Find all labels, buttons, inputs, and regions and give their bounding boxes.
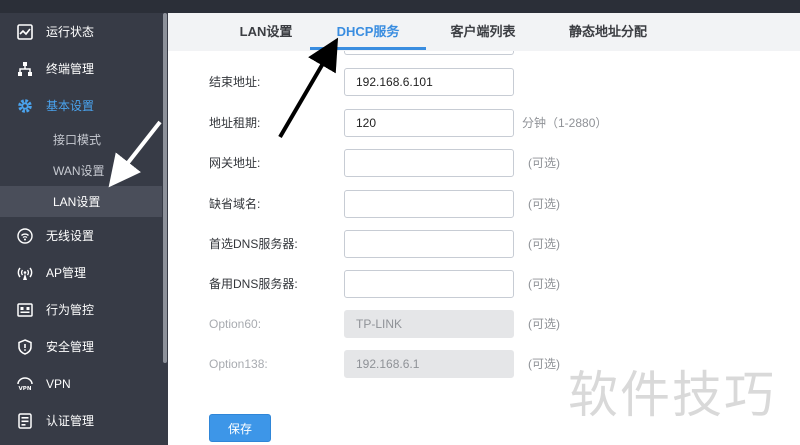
watermark-text: 软件技巧 [568,366,776,424]
active-tab-indicator [310,47,426,50]
option60-optional-hint: (可选) [528,317,560,331]
option138-optional-hint: (可选) [528,357,560,371]
save-button[interactable]: 保存 [209,414,271,442]
option60-label: Option60: [209,317,262,331]
vpn-icon: VPN [16,375,34,393]
primary-dns-label: 首选DNS服务器: [209,237,298,251]
sidebar-subitem-interface-mode[interactable]: 接口模式 [0,124,162,155]
network-tree-icon [16,60,34,78]
lease-time-input[interactable] [344,109,514,137]
secondary-dns-optional-hint: (可选) [528,277,560,291]
option138-label: Option138: [209,357,268,371]
secondary-dns-input[interactable] [344,270,514,298]
sidebar-item-terminals[interactable]: 终端管理 [0,50,162,87]
sidebar-item-label: 无线设置 [46,229,95,243]
gateway-input[interactable] [344,149,514,177]
top-bar [0,0,800,13]
sidebar-item-auth[interactable]: 认证管理 [0,402,162,439]
sidebar-item-label: 安全管理 [46,340,95,354]
gateway-label: 网关地址: [209,156,261,170]
shield-icon [16,338,34,356]
default-domain-optional-hint: (可选) [528,197,560,211]
sidebar: 运行状态 终端管理 基本设置 接口模式 WAN设置 LAN设置 无线设置 AP管… [0,13,162,445]
control-panel-icon [16,301,34,319]
sidebar-item-label: 认证管理 [46,414,95,428]
tab-dhcp-service[interactable]: DHCP服务 [310,13,426,51]
gateway-optional-hint: (可选) [528,156,560,170]
sidebar-item-vpn[interactable]: VPN VPN [0,365,162,402]
lease-time-hint: 分钟（1-2880） [522,116,608,130]
sidebar-item-label: 基本设置 [46,99,95,113]
ap-antenna-icon [16,264,34,282]
default-domain-label: 缺省域名: [209,197,261,211]
sidebar-item-label: 行为管控 [46,303,95,317]
option138-input [344,350,514,378]
svg-text:VPN: VPN [19,386,32,392]
secondary-dns-label: 备用DNS服务器: [209,277,298,291]
sidebar-subitem-wan[interactable]: WAN设置 [0,155,162,186]
sidebar-item-basic-settings[interactable]: 基本设置 [0,87,162,124]
tab-lan-settings[interactable]: LAN设置 [208,13,324,51]
end-address-label: 结束地址: [209,75,261,89]
tab-static-address[interactable]: 静态地址分配 [548,13,668,51]
chart-icon [16,23,34,41]
primary-dns-optional-hint: (可选) [528,237,560,251]
sidebar-subitem-lan[interactable]: LAN设置 [0,186,162,217]
sidebar-scroll-thumb[interactable] [163,13,167,363]
end-address-input[interactable] [344,68,514,96]
sidebar-item-label: AP管理 [46,266,87,280]
option60-input [344,310,514,338]
sidebar-item-wireless[interactable]: 无线设置 [0,217,162,254]
sidebar-item-label: 运行状态 [46,25,95,39]
sidebar-item-behavior-control[interactable]: 行为管控 [0,291,162,328]
sidebar-item-status[interactable]: 运行状态 [0,13,162,50]
sidebar-item-label: VPN [46,376,71,391]
sidebar-item-ap[interactable]: AP管理 [0,254,162,291]
tab-bar: LAN设置 DHCP服务 客户端列表 静态地址分配 [168,13,800,51]
lease-time-label: 地址租期: [209,116,261,130]
auth-card-icon [16,412,34,430]
primary-dns-input[interactable] [344,230,514,258]
sidebar-item-security[interactable]: 安全管理 [0,328,162,365]
start-address-input-partial[interactable] [344,51,514,55]
wifi-icon [16,227,34,245]
gear-icon [16,97,34,115]
sidebar-item-label: 终端管理 [46,62,95,76]
default-domain-input[interactable] [344,190,514,218]
tab-client-list[interactable]: 客户端列表 [428,13,538,51]
